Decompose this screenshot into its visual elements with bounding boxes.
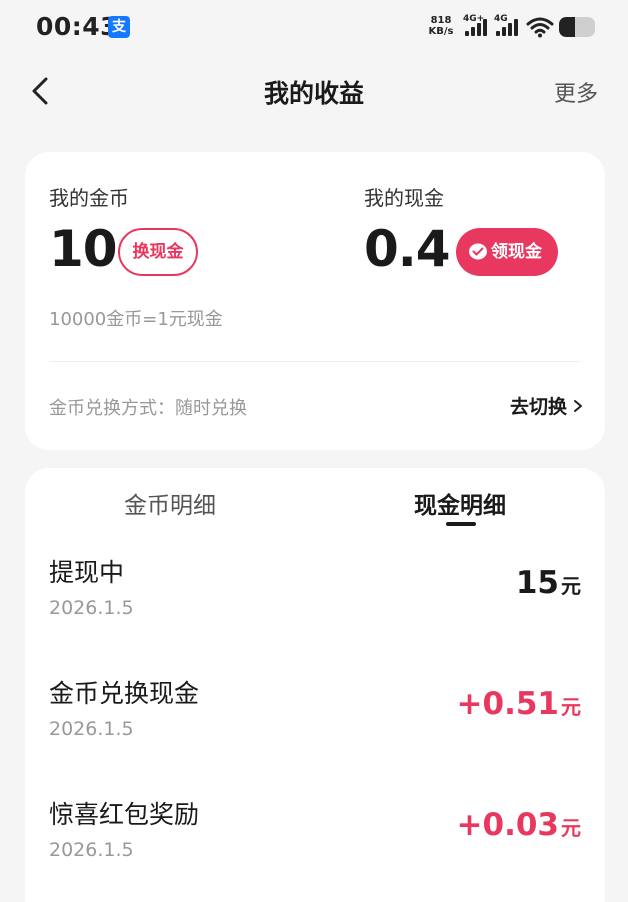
- wifi-icon: [526, 17, 554, 38]
- claim-cash-label: 领现金: [491, 242, 542, 262]
- record-amount-value: +0.03: [456, 807, 559, 843]
- exchange-method-text: 金币兑换方式：随时兑换: [49, 398, 247, 419]
- exchange-rate-text: 10000金币=1元现金: [49, 309, 223, 330]
- record-date: 2026.1.5: [49, 839, 134, 861]
- list-item[interactable]: 惊喜红包奖励 2026.1.5 +0.03 元: [25, 795, 605, 902]
- record-amount: +0.51 元: [457, 686, 581, 722]
- tab-cash-details[interactable]: 现金明细: [380, 486, 540, 520]
- record-amount-value: +0.51: [456, 686, 559, 722]
- battery-icon: [559, 17, 595, 37]
- network-speed-value: 818: [430, 15, 452, 26]
- status-time: 00:43: [36, 12, 119, 41]
- record-amount-unit: 元: [561, 695, 581, 719]
- record-amount-unit: 元: [561, 816, 581, 840]
- more-button[interactable]: 更多: [554, 76, 598, 108]
- record-date: 2026.1.5: [49, 597, 134, 619]
- list-item[interactable]: 金币兑换现金 2026.1.5 +0.51 元: [25, 674, 605, 784]
- record-amount-value: 15: [515, 565, 559, 601]
- signal-4g-plus-icon: 4G+: [463, 14, 491, 38]
- tab-coin-details[interactable]: 金币明细: [90, 486, 250, 520]
- signal-4g-icon: 4G: [494, 14, 522, 38]
- record-amount: 15 元: [516, 565, 581, 601]
- coins-value: 10: [49, 220, 118, 278]
- wechat-icon: [469, 243, 487, 260]
- signal-1-label: 4G+: [463, 14, 485, 24]
- record-amount: +0.03 元: [457, 807, 581, 843]
- switch-method-link[interactable]: 去切换: [510, 392, 583, 419]
- coins-label: 我的金币: [49, 186, 129, 210]
- signal-2-label: 4G: [494, 14, 508, 24]
- cash-label: 我的现金: [364, 186, 444, 210]
- list-item[interactable]: 提现中 2026.1.5 15 元: [25, 553, 605, 663]
- active-tab-indicator: [446, 522, 476, 526]
- status-bar: 00:43 支 818 KB/s 4G+ 4G: [0, 0, 628, 56]
- page-title: 我的收益: [263, 79, 364, 108]
- network-speed: 818 KB/s: [426, 15, 456, 37]
- record-date: 2026.1.5: [49, 718, 134, 740]
- records-card: 金币明细 现金明细 提现中 2026.1.5 15 元 金币兑换现金 2026.1…: [25, 468, 605, 902]
- divider: [49, 361, 581, 362]
- battery-level-fill: [559, 17, 576, 37]
- record-title: 金币兑换现金: [49, 679, 200, 708]
- record-title: 提现中: [49, 558, 125, 587]
- earnings-summary-card: 我的金币 10 换现金 我的现金 0.4 领现金 10000金币=1元现金 金币…: [25, 152, 605, 450]
- chevron-right-icon: [574, 400, 582, 412]
- exchange-cash-button[interactable]: 换现金: [118, 228, 198, 276]
- record-title: 惊喜红包奖励: [49, 800, 200, 829]
- alipay-icon: 支: [108, 16, 130, 38]
- cash-value: 0.4: [364, 220, 451, 278]
- record-amount-unit: 元: [561, 574, 581, 598]
- network-speed-unit: KB/s: [428, 26, 454, 37]
- claim-cash-button[interactable]: 领现金: [456, 228, 558, 276]
- switch-method-label: 去切换: [509, 396, 567, 418]
